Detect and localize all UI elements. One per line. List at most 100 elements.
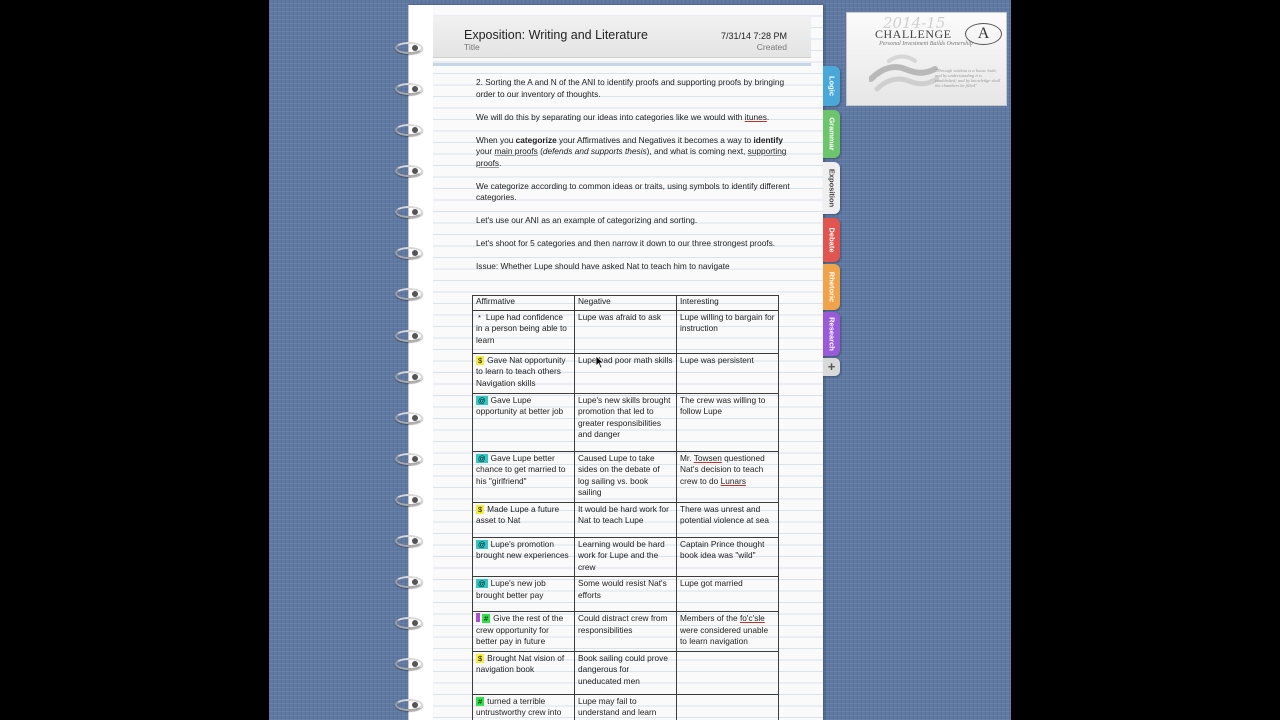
table-row: $ Made Lupe a future asset to Nat It woul… [472, 501, 779, 538]
hash-symbol: # [482, 614, 491, 623]
table-row: @ Lupe's promotion brought new experience… [472, 536, 779, 577]
table-row: @ Gave Lupe better chance to get married … [472, 450, 779, 503]
tab-debate[interactable]: Debate [823, 218, 840, 262]
header-divider [433, 63, 811, 66]
negative-cell[interactable]: Some would resist Nat's efforts [574, 576, 677, 612]
affirmative-cell[interactable]: $ Brought Nat vision of navigation book [472, 650, 575, 695]
hands-icon [869, 54, 939, 92]
affirmative-cell[interactable]: @ Gave Lupe opportunity at better job [472, 392, 575, 452]
negative-cell[interactable]: Book sailing could prove dangerous for u… [574, 650, 677, 695]
logo-quote: "Through wisdom is a house built; and by… [935, 68, 1001, 88]
table-header-row: Affirmative Negative Interesting [472, 295, 779, 311]
affirmative-cell[interactable]: $ Made Lupe a future asset to Nat [472, 501, 575, 538]
binder-ring [395, 83, 423, 95]
affirmative-cell[interactable]: * Lupe had confidence in a person being a… [472, 309, 575, 354]
binder-ring [395, 699, 423, 711]
binder-ring [395, 124, 423, 136]
title-label: Title [464, 42, 480, 52]
table-row: $ Gave Nat opportunity to learn to teach … [472, 352, 779, 394]
binder-ring [395, 576, 423, 588]
paragraph: Let's use our ANI as an example of categ… [476, 215, 698, 225]
note-header: Exposition: Writing and Literature Title… [433, 16, 811, 58]
logo-word: CHALLENGE [875, 27, 952, 41]
affirmative-cell[interactable]: @ Lupe's new job brought better pay [472, 576, 575, 612]
interesting-cell[interactable]: The crew was willing to follow Lupe [676, 392, 779, 452]
binder-ring [395, 42, 423, 54]
paragraph: 2. Sorting the A and N of the ANI to ide… [476, 77, 785, 99]
binder-ring [395, 617, 423, 629]
binder-ring [395, 371, 423, 383]
created-label: Created [756, 42, 787, 52]
at-symbol: @ [476, 539, 488, 549]
affirmative-cell[interactable]: $ Gave Nat opportunity to learn to teach … [472, 352, 575, 394]
at-symbol: @ [476, 453, 488, 463]
at-symbol: @ [476, 579, 488, 588]
dollar-symbol: $ [476, 653, 485, 663]
negative-cell[interactable]: Lupe was afraid to ask [574, 309, 677, 354]
logo-subtitle: Personal Investment Builds Ownership [879, 41, 973, 47]
table-row: $ Brought Nat vision of navigation book B… [472, 650, 779, 695]
negative-cell[interactable]: It would be hard work for Nat to teach L… [574, 501, 677, 538]
table-row: # Give the rest of the crew opportunity f… [472, 611, 779, 652]
interesting-cell[interactable]: Mr. Towsen questioned Nat's decision to … [676, 450, 779, 503]
binder-ring [395, 330, 423, 342]
binder-ring [395, 535, 423, 547]
table-row: @ Lupe's new job brought better pay Some … [472, 576, 779, 612]
negative-cell[interactable]: Could distract crew from responsibilitie… [574, 611, 677, 652]
binder-ring [395, 658, 423, 670]
negative-cell[interactable]: Learning would be hard work for Lupe and… [574, 536, 677, 577]
paragraph: Let's shoot for 5 categories and then na… [476, 238, 776, 248]
challenge-a-logo: 2014-15 CHALLENGE A Personal Investment … [846, 12, 1007, 106]
tab-exposition[interactable]: Exposition [823, 162, 840, 214]
purple-marker [476, 613, 480, 622]
hash-symbol: # [476, 696, 485, 706]
created-date: 7/31/14 7:28 PM [720, 31, 787, 41]
interesting-cell[interactable]: Captain Prince thought book idea was "wi… [676, 536, 779, 577]
interesting-cell[interactable]: Members of the fo'c'sle were considered … [676, 611, 779, 652]
note-body[interactable]: 2. Sorting the A and N of the ANI to ide… [476, 77, 796, 273]
interesting-cell[interactable]: Lupe got married [676, 576, 779, 612]
table-row: @ Gave Lupe opportunity at better job Lup… [472, 392, 779, 452]
binder-ring [395, 247, 423, 259]
interesting-cell[interactable]: Lupe was persistent [676, 352, 779, 394]
affirmative-cell[interactable]: @ Lupe's promotion brought new experience… [472, 536, 575, 577]
negative-cell[interactable]: Lupe may fail to understand and learn [574, 693, 677, 720]
negative-cell[interactable]: Caused Lupe to take sides on the debate … [574, 450, 677, 503]
mouse-cursor-icon [595, 355, 605, 369]
interesting-cell[interactable]: Lupe willing to bargain for instruction [676, 309, 779, 354]
interesting-cell[interactable]: There was unrest and potential violence … [676, 501, 779, 538]
tab-grammar[interactable]: Grammar [823, 110, 840, 158]
at-symbol: @ [476, 395, 488, 405]
tab-rhetoric[interactable]: Rhetoric [823, 264, 840, 310]
issue-line: Issue: Whether Lupe should have asked Na… [476, 261, 730, 271]
negative-cell[interactable]: Lupe's new skills brought promotion that… [574, 392, 677, 452]
tab-research[interactable]: Research [823, 312, 840, 356]
binder-ring [395, 412, 423, 424]
table-row: # turned a terrible untrustworthy crew in… [472, 693, 779, 720]
negative-cell[interactable]: Lupe had poor math skills [574, 352, 677, 394]
binder-ring [395, 453, 423, 465]
binder-ring [395, 206, 423, 218]
paragraph: We will do this by separating our ideas … [476, 111, 770, 122]
affirmative-cell[interactable]: @ Gave Lupe better chance to get married … [472, 450, 575, 503]
interesting-cell[interactable] [676, 693, 779, 720]
asterisk-symbol: * [478, 312, 481, 322]
header-affirmative: Affirmative [472, 295, 575, 311]
affirmative-cell[interactable]: # Give the rest of the crew opportunity f… [472, 611, 575, 652]
binder-ring [395, 288, 423, 300]
paragraph: We categorize according to common ideas … [476, 180, 790, 203]
header-negative: Negative [574, 295, 677, 311]
table-row: * Lupe had confidence in a person being a… [472, 309, 779, 354]
interesting-cell[interactable] [676, 650, 779, 695]
misspelled-word: itunes [744, 111, 767, 122]
tab-logic[interactable]: Logic [823, 66, 840, 106]
header-interesting: Interesting [676, 295, 779, 311]
affirmative-cell[interactable]: # turned a terrible untrustworthy crew in… [472, 693, 575, 720]
dollar-symbol: $ [476, 355, 485, 365]
note-title[interactable]: Exposition: Writing and Literature [464, 28, 648, 42]
ani-table[interactable]: Affirmative Negative Interesting * Lupe h… [472, 295, 779, 720]
paragraph: When you categorize your Affirmatives an… [476, 134, 787, 168]
binder-ring [395, 165, 423, 177]
binder-ring [395, 494, 423, 506]
add-tab-button[interactable]: + [823, 358, 840, 376]
